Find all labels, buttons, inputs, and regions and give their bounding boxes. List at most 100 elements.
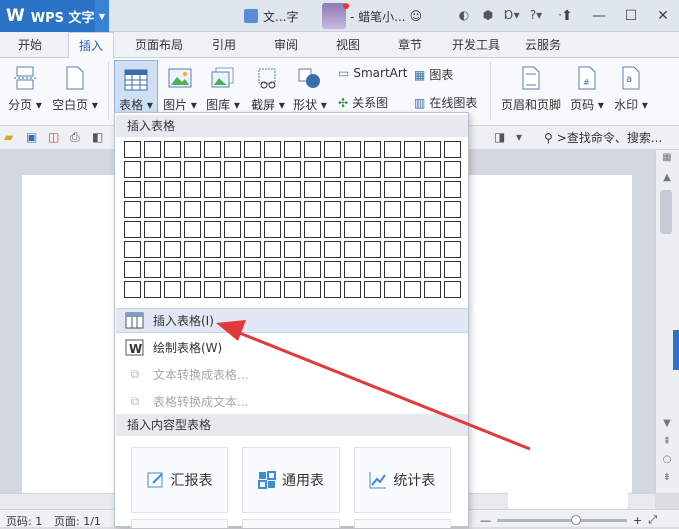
tab-insert[interactable]: 插入 — [68, 32, 115, 59]
table-grid-cell[interactable] — [264, 221, 281, 238]
table-grid-cell[interactable] — [344, 281, 361, 298]
table-grid-cell[interactable] — [224, 221, 241, 238]
table-grid-cell[interactable] — [144, 201, 161, 218]
select-browse-icon[interactable]: ○ — [656, 454, 678, 465]
table-grid-cell[interactable] — [164, 201, 181, 218]
draw-table-menu-item[interactable]: W 绘制表格(W) — [116, 335, 468, 360]
table-grid-cell[interactable] — [384, 241, 401, 258]
export-pdf-icon[interactable]: ◫ — [48, 130, 64, 146]
table-grid-cell[interactable] — [444, 141, 461, 158]
table-grid-cell[interactable] — [284, 141, 301, 158]
table-grid-cell[interactable] — [124, 221, 141, 238]
preview-icon[interactable]: ◧ — [92, 130, 108, 146]
minimize-icon[interactable]: — — [583, 0, 615, 32]
table-grid-cell[interactable] — [444, 201, 461, 218]
table-grid-cell[interactable] — [364, 181, 381, 198]
tab-view[interactable]: 视图 — [336, 36, 360, 53]
insert-table-menu-item[interactable]: 插入表格(I) — [116, 308, 468, 333]
table-grid-cell[interactable] — [164, 161, 181, 178]
scroll-up-icon[interactable]: ▲ — [656, 172, 678, 183]
table-grid-cell[interactable] — [424, 181, 441, 198]
table-grid-cell[interactable] — [344, 221, 361, 238]
table-grid-cell[interactable] — [404, 261, 421, 278]
avatar[interactable] — [322, 3, 349, 29]
table-grid-cell[interactable] — [364, 221, 381, 238]
general-table-card[interactable]: 通用表 — [242, 447, 340, 513]
page-number-button[interactable]: # 页码 ▾ — [568, 58, 606, 113]
page-break-button[interactable]: 分页 ▾ — [6, 58, 44, 113]
table-grid-cell[interactable] — [204, 201, 221, 218]
screen-icon[interactable]: ◨ — [494, 130, 510, 146]
gallery-button[interactable]: 图库 ▾ — [204, 58, 242, 113]
dropdown-arrow-icon[interactable]: ▾ — [516, 130, 532, 146]
table-to-text-menu-item[interactable]: ⧉ 表格转换成文本... — [116, 389, 468, 414]
table-grid-cell[interactable] — [164, 241, 181, 258]
tab-page-layout[interactable]: 页面布局 — [135, 36, 183, 53]
table-grid-cell[interactable] — [164, 261, 181, 278]
table-grid-cell[interactable] — [324, 261, 341, 278]
table-grid-cell[interactable] — [324, 281, 341, 298]
hexagon-icon[interactable]: ⬢ — [480, 8, 496, 22]
table-grid-cell[interactable] — [204, 241, 221, 258]
table-grid-cell[interactable] — [444, 181, 461, 198]
table-grid-cell[interactable] — [164, 281, 181, 298]
table-grid-cell[interactable] — [444, 261, 461, 278]
table-grid-cell[interactable] — [284, 201, 301, 218]
tab-developer[interactable]: 开发工具 — [452, 36, 500, 53]
table-grid-cell[interactable] — [444, 241, 461, 258]
table-grid-cell[interactable] — [204, 141, 221, 158]
table-grid-cell[interactable] — [364, 141, 381, 158]
table-grid-cell[interactable] — [284, 261, 301, 278]
table-grid-cell[interactable] — [124, 241, 141, 258]
table-grid-cell[interactable] — [264, 161, 281, 178]
table-grid-cell[interactable] — [284, 161, 301, 178]
table-grid-cell[interactable] — [224, 181, 241, 198]
text-to-table-menu-item[interactable]: ⧉ 文本转换成表格... — [116, 362, 468, 387]
table-grid-cell[interactable] — [264, 281, 281, 298]
table-grid-cell[interactable] — [364, 261, 381, 278]
shapes-button[interactable]: 形状 ▾ — [292, 58, 328, 113]
chart-button[interactable]: ▦ 图表 — [414, 66, 453, 83]
prev-page-icon[interactable]: ⇞ — [656, 436, 678, 447]
table-grid-cell[interactable] — [224, 281, 241, 298]
table-grid-cell[interactable] — [324, 161, 341, 178]
table-grid-cell[interactable] — [264, 141, 281, 158]
table-grid-cell[interactable] — [224, 141, 241, 158]
statistics-table-card[interactable]: 统计表 — [353, 447, 451, 513]
table-grid-cell[interactable] — [384, 161, 401, 178]
user-face-icon[interactable]: ☺ — [410, 9, 423, 23]
table-grid-cell[interactable] — [424, 201, 441, 218]
scroll-down-icon[interactable]: ▼ — [656, 418, 678, 429]
table-grid-cell[interactable] — [124, 201, 141, 218]
table-grid-cell[interactable] — [264, 261, 281, 278]
scrollbar-thumb[interactable] — [660, 190, 672, 234]
table-grid-cell[interactable] — [364, 241, 381, 258]
table-grid-cell[interactable] — [204, 221, 221, 238]
app-menu-button[interactable]: W WPS 文字 ▼ — [0, 0, 109, 32]
table-grid-cell[interactable] — [164, 221, 181, 238]
skin-icon[interactable]: ◐ — [456, 8, 472, 22]
table-grid-cell[interactable] — [244, 201, 261, 218]
table-grid-cell[interactable] — [244, 141, 261, 158]
table-grid-cell[interactable] — [424, 161, 441, 178]
tab-review[interactable]: 审阅 — [274, 36, 298, 53]
table-grid-cell[interactable] — [344, 161, 361, 178]
table-grid-cell[interactable] — [424, 141, 441, 158]
zoom-out-icon[interactable]: — — [480, 514, 491, 527]
table-grid-cell[interactable] — [304, 161, 321, 178]
table-grid-cell[interactable] — [264, 201, 281, 218]
table-grid-cell[interactable] — [264, 181, 281, 198]
side-panel-tab[interactable] — [673, 330, 679, 370]
header-footer-button[interactable]: 页眉和页脚 — [498, 58, 564, 113]
table-grid-cell[interactable] — [364, 161, 381, 178]
zoom-in-icon[interactable]: + — [633, 514, 642, 527]
table-grid-cell[interactable] — [444, 281, 461, 298]
table-grid-cell[interactable] — [404, 181, 421, 198]
table-grid-cell[interactable] — [424, 261, 441, 278]
tab-cloud[interactable]: 云服务 — [525, 36, 561, 53]
table-grid-cell[interactable] — [264, 241, 281, 258]
open-folder-icon[interactable]: ▰ — [4, 130, 20, 146]
table-grid-cell[interactable] — [304, 221, 321, 238]
table-grid-cell[interactable] — [284, 281, 301, 298]
table-grid-cell[interactable] — [444, 161, 461, 178]
